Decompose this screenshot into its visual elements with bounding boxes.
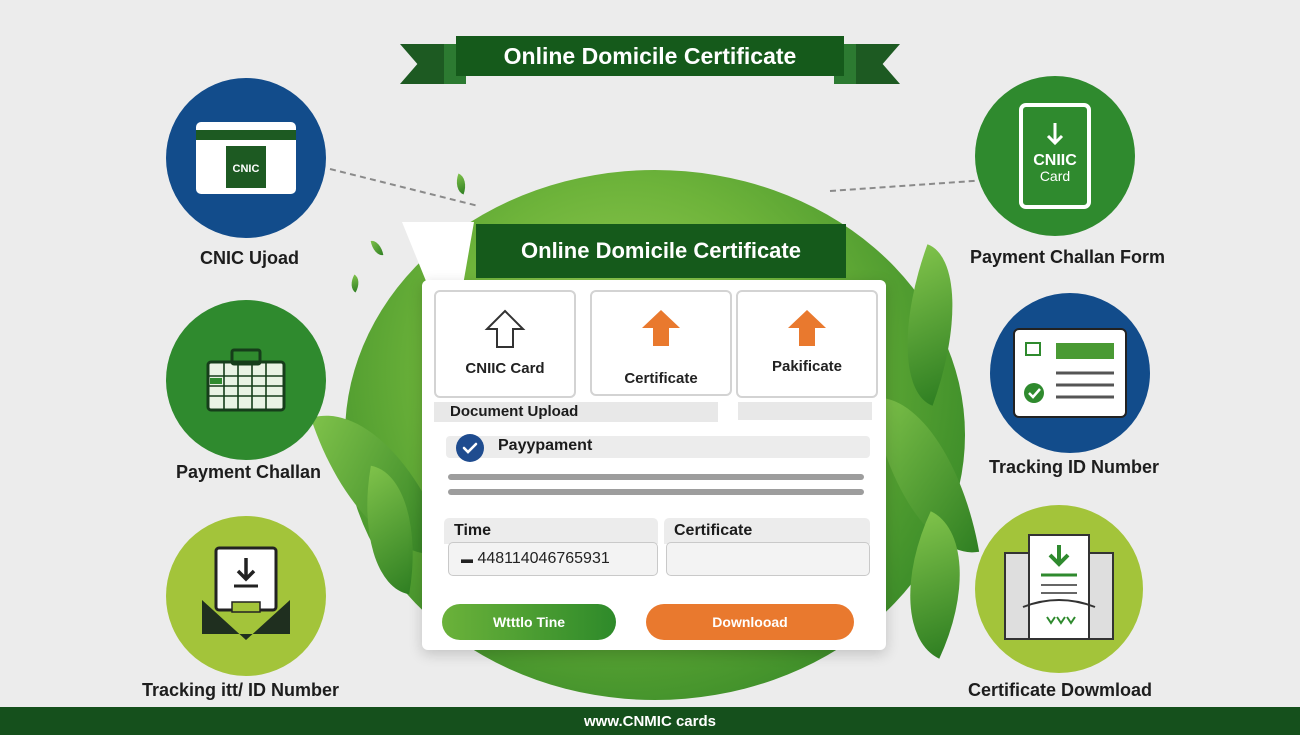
certificate-download-icon: [1004, 534, 1114, 640]
leaf-decoration: [370, 239, 384, 257]
time-label: Time: [444, 518, 658, 544]
leaf-decoration: [346, 274, 364, 293]
document-upload-label: Document Upload: [434, 402, 718, 422]
feature-challan-form: CNIIC Card: [975, 76, 1135, 236]
feature-certificate-download: [975, 505, 1143, 673]
progress-line: [448, 489, 864, 495]
time-field[interactable]: ▬ 4481140467659​31: [448, 542, 658, 576]
feature-cnic-upload: CNIC: [166, 78, 326, 238]
footer-bar: www.CNMIC cards: [0, 707, 1300, 735]
cnic-card-text-1: CNIIC: [1033, 152, 1077, 169]
cnic-card-text-2: Card: [1040, 168, 1070, 184]
id-check-icon: [1013, 328, 1127, 418]
title-ribbon: Online Domicile Certificate: [400, 30, 900, 86]
download-tray-icon: [202, 546, 290, 640]
card-label: CNIIC Card: [465, 360, 545, 377]
feature-label: Payment Challan: [176, 462, 322, 482]
feature-tracking-id: [990, 293, 1150, 453]
upload-orange-icon: [642, 310, 680, 346]
footer-text: www.CNMIC cards: [584, 712, 716, 730]
connector-line-left: [329, 168, 476, 207]
feature-label: Certificate Dowmload: [968, 680, 1153, 700]
id-card-icon: CNIC: [196, 122, 296, 194]
ribbon-title: Online Domicile Certificate: [456, 36, 844, 76]
card-label: Pakificate: [771, 358, 843, 375]
feature-label: Payment Challan Form: [970, 247, 1166, 267]
time-value: 4481140467659​31: [477, 550, 610, 567]
panel-title: Online Domicile Certificate: [476, 224, 846, 278]
certificate-field[interactable]: [666, 542, 870, 576]
document-upload-bar: [738, 402, 872, 420]
upload-outline-icon: [484, 309, 526, 348]
feature-payment-challan: [166, 300, 326, 460]
card-label: Certificate: [624, 370, 698, 387]
upload-card-pakificate[interactable]: Pakificate: [736, 290, 878, 398]
feature-tracking-number: [166, 516, 326, 676]
upload-card-cniic[interactable]: CNIIC Card: [434, 290, 576, 398]
domicile-form-panel: CNIIC Card Certificate Pakificate Docume…: [422, 280, 886, 650]
id-card-text: CNIC: [233, 163, 260, 175]
feature-label: CNIC Ujoad: [200, 248, 299, 268]
upload-card-certificate[interactable]: Certificate: [590, 290, 732, 396]
calendar-icon: [206, 348, 286, 412]
payment-label: Payypament: [498, 437, 593, 454]
leaf-decoration: [452, 173, 470, 195]
feature-label: Tracking ID Number: [989, 457, 1160, 477]
progress-line: [448, 474, 864, 480]
card-icon: ▬: [461, 552, 473, 566]
upload-orange-icon: [788, 310, 826, 346]
primary-button[interactable]: Wtttlo Tine: [442, 604, 616, 640]
connector-line-right: [829, 179, 975, 192]
cnic-card-download-icon: CNIIC Card: [1019, 103, 1091, 209]
feature-label: Tracking itt/ ID Number: [142, 680, 340, 700]
check-icon: [456, 434, 484, 462]
certificate-label: Certificate: [664, 518, 870, 544]
download-button[interactable]: Downlooad: [646, 604, 854, 640]
